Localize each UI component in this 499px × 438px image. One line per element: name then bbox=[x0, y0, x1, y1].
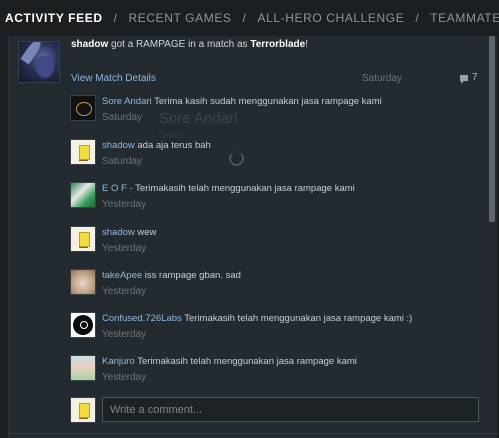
comment-date: Yesterday bbox=[102, 199, 147, 210]
comment-item: E O F - Terimakasih telah menggunakan ja… bbox=[70, 182, 490, 214]
comment-date: Yesterday bbox=[102, 286, 147, 297]
comment-bubble-icon bbox=[460, 74, 468, 84]
rampage-post-text: shadow got a RAMPAGE in a match as Terro… bbox=[71, 39, 308, 50]
current-user-avatar bbox=[70, 397, 96, 423]
tab-teammates[interactable]: TEAMMATES bbox=[430, 11, 499, 25]
feed-divider bbox=[9, 433, 498, 434]
post-player-name[interactable]: shadow bbox=[71, 39, 108, 50]
view-match-details-link[interactable]: View Match Details bbox=[71, 73, 156, 84]
write-comment-input[interactable] bbox=[102, 397, 479, 422]
comment-item: shadow wew Yesterday bbox=[70, 226, 490, 258]
comment-count[interactable]: 7 bbox=[460, 72, 478, 84]
comment-text: Terimakasih telah menggunakan jasa rampa… bbox=[135, 183, 355, 194]
profile-tab-bar: ACTIVITY FEED / RECENT GAMES / ALL-HERO … bbox=[0, 0, 499, 36]
comment-text: Terimakasih telah menggunakan jasa rampa… bbox=[137, 356, 357, 367]
tab-separator: / bbox=[242, 11, 247, 25]
spongebob-avatar[interactable] bbox=[70, 226, 96, 252]
comment-item: Confused.726Labs Terimakasih telah mengg… bbox=[70, 312, 490, 344]
comment-date: Yesterday bbox=[102, 243, 147, 254]
tab-separator: / bbox=[113, 11, 118, 25]
comment-author[interactable]: E O F - bbox=[102, 183, 133, 194]
activity-feed-panel: shadow got a RAMPAGE in a match as Terro… bbox=[8, 36, 498, 438]
tab-all-hero-challenge[interactable]: ALL-HERO CHALLENGE bbox=[257, 11, 404, 25]
tab-recent-games[interactable]: RECENT GAMES bbox=[129, 11, 232, 25]
green-avatar[interactable] bbox=[70, 182, 96, 208]
comment-item: Kanjuro Terimakasih telah menggunakan ja… bbox=[70, 355, 490, 387]
tab-separator: / bbox=[415, 11, 420, 25]
comment-author[interactable]: takeApee bbox=[102, 270, 142, 281]
post-text-before: got a RAMPAGE in a match as bbox=[108, 39, 251, 50]
comment-text: ada aja terus bah bbox=[137, 140, 211, 151]
comment-text: iss rampage gban. sad bbox=[144, 270, 241, 281]
black-circle-avatar[interactable] bbox=[70, 312, 96, 338]
comment-item: shadow ada aja terus bah Saturday bbox=[70, 139, 490, 171]
post-hero-name: Terrorblade bbox=[250, 39, 306, 50]
comment-date: Saturday bbox=[102, 112, 143, 123]
comment-author[interactable]: shadow bbox=[102, 227, 135, 238]
comment-author[interactable]: shadow bbox=[102, 140, 135, 151]
comment-author[interactable]: Confused.726Labs bbox=[102, 313, 182, 324]
post-date: Saturday bbox=[362, 73, 403, 84]
comment-text: Terima kasih sudah menggunakan jasa ramp… bbox=[154, 96, 382, 107]
comment-item: takeApee iss rampage gban. sad Yesterday bbox=[70, 269, 490, 301]
comment-text: Terimakasih telah menggunakan jasa rampa… bbox=[184, 313, 413, 324]
comment-date: Yesterday bbox=[102, 372, 147, 383]
hero-avatar[interactable] bbox=[18, 41, 60, 83]
spongebob-avatar[interactable] bbox=[70, 139, 96, 165]
comment-count-value: 7 bbox=[472, 72, 478, 83]
comment-author[interactable]: Sore Andari bbox=[102, 96, 152, 107]
girl-avatar[interactable] bbox=[70, 355, 96, 381]
post-text-after: ! bbox=[305, 39, 308, 50]
comment-date: Yesterday bbox=[102, 329, 147, 340]
comment-text: wew bbox=[137, 227, 157, 238]
tab-activity-feed[interactable]: ACTIVITY FEED bbox=[5, 11, 103, 25]
comment-item: Sore Andari Terima kasih sudah menggunak… bbox=[70, 95, 490, 127]
clock-avatar[interactable] bbox=[70, 95, 96, 121]
cat-avatar[interactable] bbox=[70, 269, 96, 295]
comment-date: Saturday bbox=[102, 156, 143, 167]
write-comment-row bbox=[70, 395, 490, 425]
comment-author[interactable]: Kanjuro bbox=[102, 356, 135, 367]
